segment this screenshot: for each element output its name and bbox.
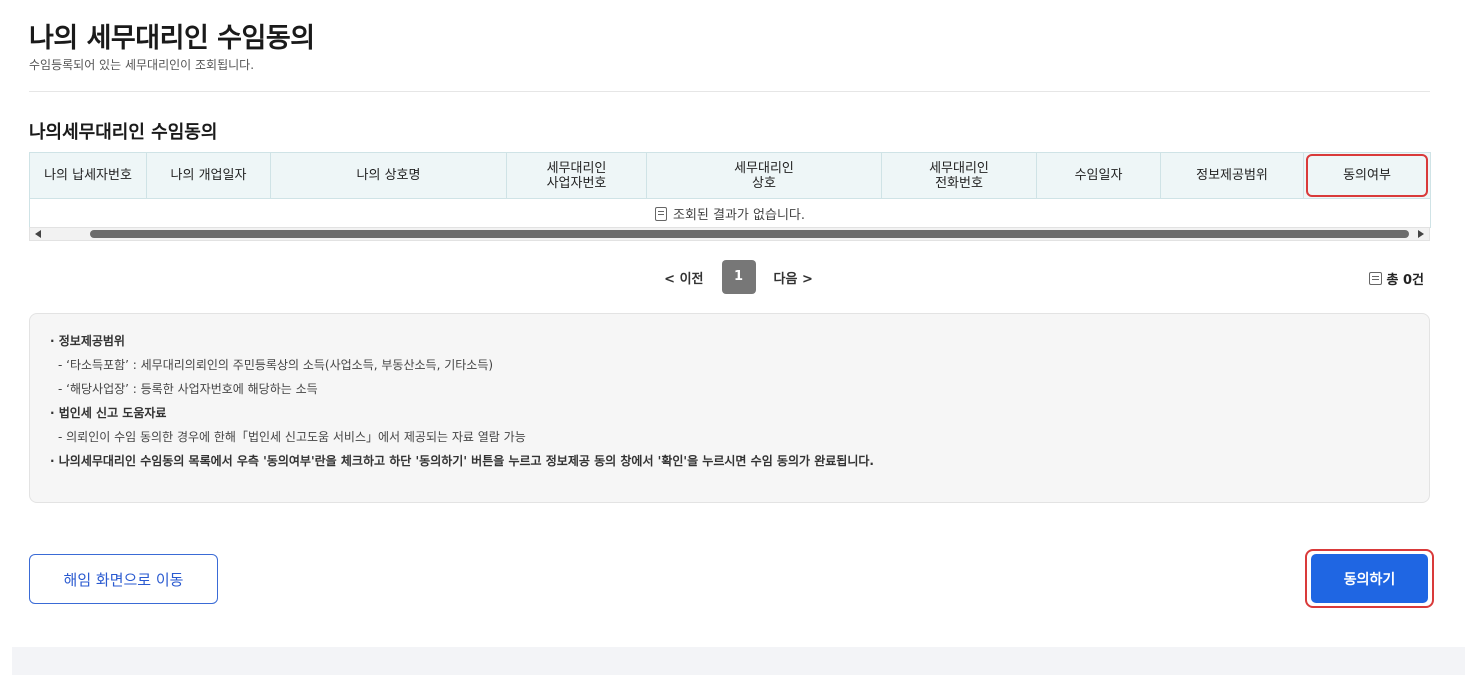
empty-result-cell: 조회된 결과가 없습니다. [29,198,1431,228]
consent-table: 나의 납세자번호 나의 개업일자 나의 상호명 세무대리인 사업자번호 세무대리인… [29,152,1431,228]
info-detail: - ‘타소득포함’ : 세무대리의뢰인의 주민등록상의 소득(사업소득, 부동산… [58,358,494,372]
scroll-left-icon[interactable] [35,230,41,238]
divider [29,91,1430,92]
column-header-business-name: 나의 상호명 [270,152,507,199]
info-heading: · 정보제공범위 [50,334,125,348]
page-subtitle: 수임등록되어 있는 세무대리인이 조회됩니다. [29,58,255,72]
go-to-dismissal-button[interactable]: 해임 화면으로 이동 [29,554,218,604]
page-number-button[interactable]: 1 [721,260,756,294]
column-header-agent-business-number: 세무대리인 사업자번호 [506,152,647,199]
footer-band [12,647,1465,675]
info-detail: - 의뢰인이 수임 동의한 경우에 한해「법인세 신고도움 서비스」에서 제공되… [58,430,526,444]
empty-message: 조회된 결과가 없습니다. [673,207,805,223]
info-heading: · 법인세 신고 도움자료 [50,406,167,420]
scroll-right-icon[interactable] [1418,230,1424,238]
next-page-button[interactable]: 다음 > [774,268,813,287]
column-header-consent-status: 동의여부 [1303,152,1431,199]
pagination: < 이전 1 다음 > [0,260,1477,294]
agree-button[interactable]: 동의하기 [1311,554,1428,603]
section-title: 나의세무대리인 수임동의 [29,122,218,143]
column-header-agent-name: 세무대리인 상호 [646,152,882,199]
info-notice-box: · 정보제공범위 - ‘타소득포함’ : 세무대리의뢰인의 주민등록상의 소득(… [29,313,1430,503]
column-header-agent-phone: 세무대리인 전화번호 [881,152,1037,199]
column-header-info-scope: 정보제공범위 [1160,152,1304,199]
consent-table-wrapper: 나의 납세자번호 나의 개업일자 나의 상호명 세무대리인 사업자번호 세무대리인… [29,152,1431,228]
column-header-appointment-date: 수임일자 [1036,152,1161,199]
total-count-label: 총 0건 [1386,273,1425,288]
info-detail: - ‘해당사업장’ : 등록한 사업자번호에 해당하는 소득 [58,382,318,396]
scrollbar-thumb[interactable] [90,230,1409,238]
column-header-opening-date: 나의 개업일자 [146,152,271,199]
table-header-row: 나의 납세자번호 나의 개업일자 나의 상호명 세무대리인 사업자번호 세무대리인… [29,152,1431,199]
info-heading: · 나의세무대리인 수임동의 목록에서 우측 '동의여부'란을 체크하고 하단 … [50,454,874,468]
column-header-taxpayer-number: 나의 납세자번호 [29,152,147,199]
horizontal-scrollbar[interactable] [29,227,1430,241]
page-title: 나의 세무대리인 수임동의 [29,23,315,54]
list-icon [1368,272,1382,285]
document-icon [655,206,667,221]
total-count: 총 0건 [1368,269,1425,288]
prev-page-button[interactable]: < 이전 [664,268,703,287]
table-row: 조회된 결과가 없습니다. [29,198,1431,228]
